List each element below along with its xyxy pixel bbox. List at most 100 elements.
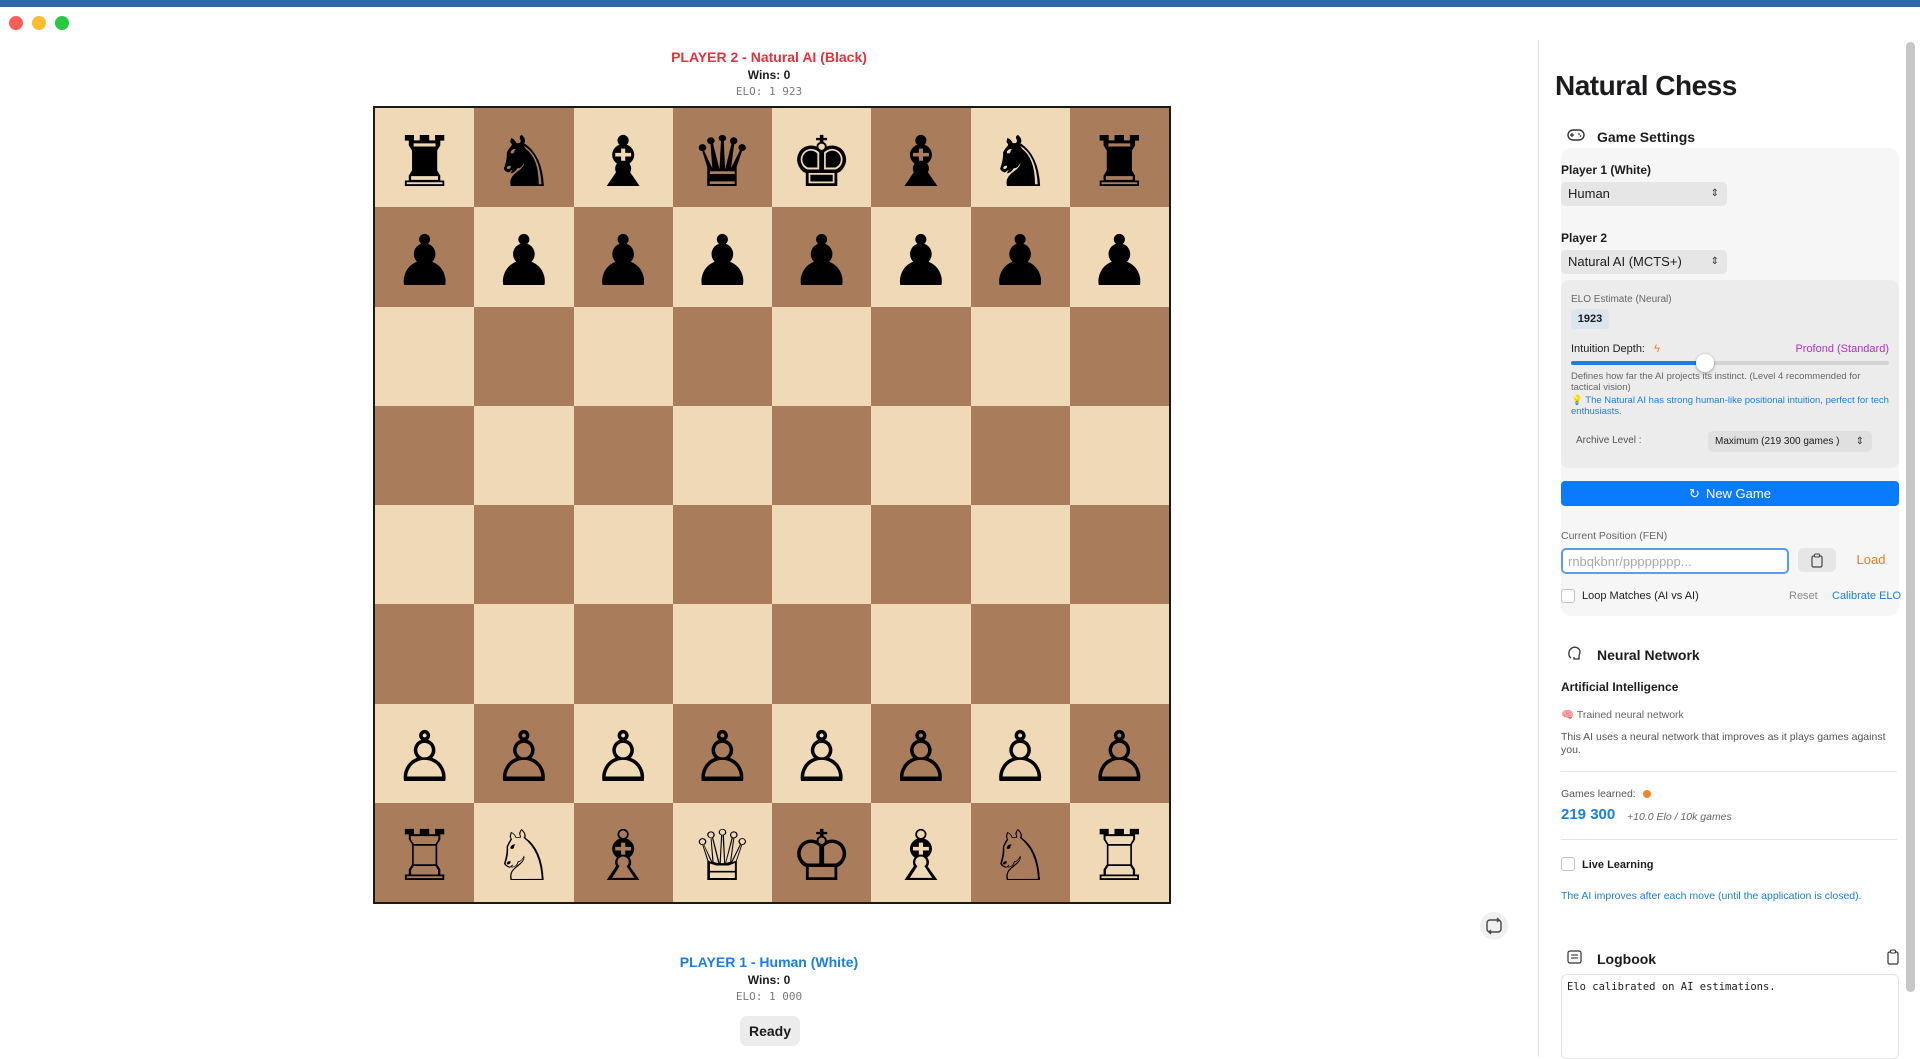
black-piece[interactable]: ♟: [393, 218, 456, 296]
white-piece[interactable]: ♘: [492, 813, 555, 891]
board-square[interactable]: [772, 405, 872, 505]
board-square[interactable]: ♘: [474, 802, 574, 902]
board-square[interactable]: ♜: [1069, 108, 1169, 208]
board-square[interactable]: [970, 505, 1070, 605]
black-piece[interactable]: ♝: [592, 119, 655, 197]
board-square[interactable]: ♙: [375, 703, 475, 803]
white-piece[interactable]: ♙: [592, 714, 655, 792]
board-square[interactable]: [871, 505, 971, 605]
copy-fen-button[interactable]: [1798, 548, 1836, 572]
board-square[interactable]: [375, 505, 475, 605]
board-square[interactable]: [1069, 405, 1169, 505]
board-square[interactable]: [1069, 306, 1169, 406]
board-square[interactable]: ♖: [1069, 802, 1169, 902]
board-square[interactable]: [474, 604, 574, 704]
board-square[interactable]: [1069, 604, 1169, 704]
live-learning-checkbox[interactable]: [1561, 857, 1575, 871]
close-window-button[interactable]: [9, 16, 23, 30]
copy-log-button[interactable]: [1886, 949, 1900, 970]
board-square[interactable]: [573, 505, 673, 605]
black-piece[interactable]: ♟: [691, 218, 754, 296]
white-piece[interactable]: ♘: [989, 813, 1052, 891]
new-game-button[interactable]: ↻ New Game: [1561, 481, 1899, 506]
black-piece[interactable]: ♞: [989, 119, 1052, 197]
board-square[interactable]: [672, 306, 772, 406]
board-square[interactable]: ♚: [772, 108, 872, 208]
black-piece[interactable]: ♟: [889, 218, 952, 296]
white-piece[interactable]: ♔: [790, 813, 853, 891]
board-square[interactable]: ♙: [474, 703, 574, 803]
board-square[interactable]: ♙: [871, 703, 971, 803]
white-piece[interactable]: ♙: [989, 714, 1052, 792]
black-piece[interactable]: ♚: [790, 119, 853, 197]
flip-board-button[interactable]: [1480, 912, 1508, 940]
status-button[interactable]: Ready: [740, 1016, 800, 1046]
player1-select[interactable]: Human ⇕: [1561, 182, 1727, 206]
board-square[interactable]: [772, 505, 872, 605]
archive-level-select[interactable]: Maximum (219 300 games ) ⇕: [1708, 431, 1872, 452]
board-square[interactable]: ♟: [375, 207, 475, 307]
board-square[interactable]: ♛: [672, 108, 772, 208]
board-square[interactable]: ♙: [573, 703, 673, 803]
board-square[interactable]: ♕: [672, 802, 772, 902]
board-square[interactable]: [772, 306, 872, 406]
board-square[interactable]: [573, 405, 673, 505]
board-square[interactable]: ♟: [573, 207, 673, 307]
white-piece[interactable]: ♕: [691, 813, 754, 891]
board-square[interactable]: [970, 306, 1070, 406]
board-square[interactable]: ♟: [970, 207, 1070, 307]
board-square[interactable]: ♝: [573, 108, 673, 208]
board-square[interactable]: [672, 604, 772, 704]
board-square[interactable]: ♗: [573, 802, 673, 902]
board-square[interactable]: [474, 505, 574, 605]
white-piece[interactable]: ♙: [393, 714, 456, 792]
load-fen-button[interactable]: Load: [1845, 548, 1897, 572]
board-square[interactable]: ♘: [970, 802, 1070, 902]
chess-board[interactable]: ♜ ♞ ♝ ♛ ♚ ♝ ♞ ♜ ♟ ♟ ♟ ♟ ♟ ♟ ♟ ♟ ♙ ♙ ♙ ♙ ♙ ♙ ♙ ♙ ♖ ♘ ♗ ♕ ♔ ♗ ♘ ♖: [373, 106, 1171, 904]
black-piece[interactable]: ♟: [989, 218, 1052, 296]
board-square[interactable]: ♟: [1069, 207, 1169, 307]
reset-button[interactable]: Reset: [1789, 590, 1818, 602]
board-square[interactable]: [375, 306, 475, 406]
board-square[interactable]: ♞: [474, 108, 574, 208]
black-piece[interactable]: ♜: [393, 119, 456, 197]
board-square[interactable]: ♟: [871, 207, 971, 307]
black-piece[interactable]: ♝: [889, 119, 952, 197]
board-square[interactable]: ♝: [871, 108, 971, 208]
board-square[interactable]: [375, 604, 475, 704]
player2-select[interactable]: Natural AI (MCTS+) ⇕: [1561, 250, 1727, 274]
board-square[interactable]: ♞: [970, 108, 1070, 208]
white-piece[interactable]: ♖: [1088, 813, 1151, 891]
white-piece[interactable]: ♙: [790, 714, 853, 792]
black-piece[interactable]: ♟: [592, 218, 655, 296]
black-piece[interactable]: ♜: [1088, 119, 1151, 197]
black-piece[interactable]: ♟: [1088, 218, 1151, 296]
board-square[interactable]: ♜: [375, 108, 475, 208]
board-square[interactable]: ♖: [375, 802, 475, 902]
minimize-window-button[interactable]: [32, 16, 46, 30]
black-piece[interactable]: ♟: [790, 218, 853, 296]
board-square[interactable]: [871, 405, 971, 505]
board-square[interactable]: ♙: [970, 703, 1070, 803]
board-square[interactable]: [375, 405, 475, 505]
white-piece[interactable]: ♙: [492, 714, 555, 792]
intuition-depth-slider[interactable]: [1571, 354, 1889, 372]
calibrate-elo-button[interactable]: Calibrate ELO: [1832, 590, 1901, 602]
board-square[interactable]: ♔: [772, 802, 872, 902]
white-piece[interactable]: ♗: [889, 813, 952, 891]
board-square[interactable]: ♙: [772, 703, 872, 803]
slider-thumb[interactable]: [1695, 354, 1714, 372]
white-piece[interactable]: ♙: [1088, 714, 1151, 792]
board-square[interactable]: [970, 604, 1070, 704]
white-piece[interactable]: ♗: [592, 813, 655, 891]
board-square[interactable]: [573, 604, 673, 704]
board-square[interactable]: [871, 306, 971, 406]
white-piece[interactable]: ♙: [889, 714, 952, 792]
board-square[interactable]: [871, 604, 971, 704]
white-piece[interactable]: ♙: [691, 714, 754, 792]
black-piece[interactable]: ♞: [492, 119, 555, 197]
board-square[interactable]: ♟: [772, 207, 872, 307]
board-square[interactable]: ♗: [871, 802, 971, 902]
black-piece[interactable]: ♛: [691, 119, 754, 197]
board-square[interactable]: [1069, 505, 1169, 605]
